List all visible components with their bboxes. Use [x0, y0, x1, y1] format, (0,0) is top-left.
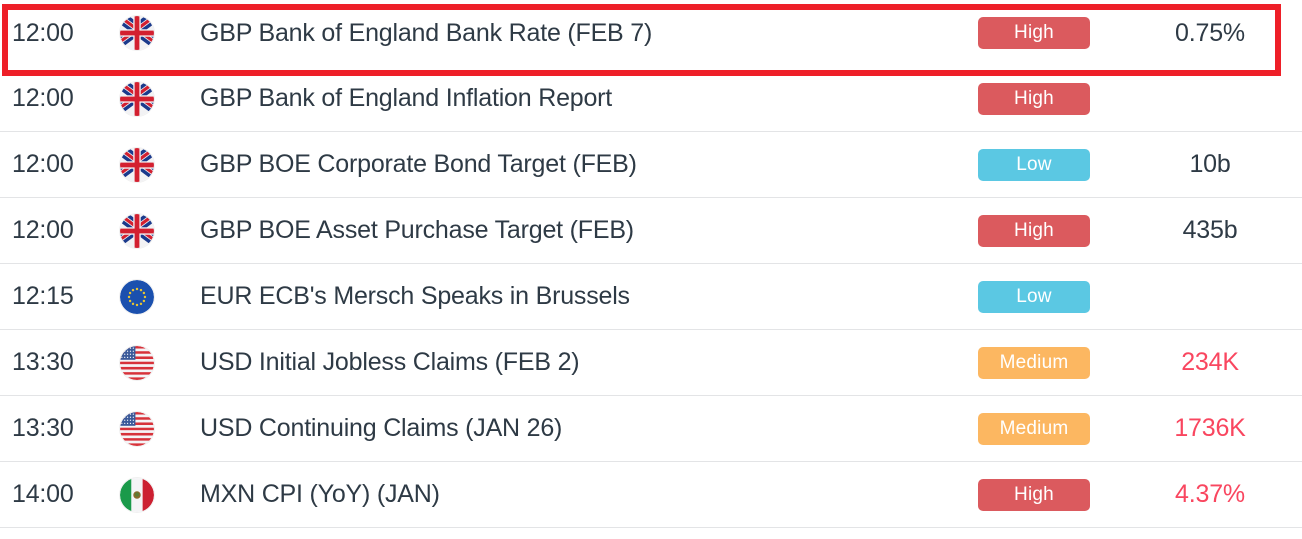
impact-cell: Medium [944, 412, 1124, 445]
table-row[interactable]: 12:00 GBP Bank of England Inflation Repor… [0, 66, 1302, 132]
table-row[interactable]: 12:00 GBP BOE Asset Purchase Target (FEB)… [0, 198, 1302, 264]
event-name[interactable]: GBP Bank of England Bank Rate (FEB 7) [192, 19, 944, 48]
uk-flag-icon [120, 16, 154, 50]
country-flag-cell [120, 213, 192, 248]
event-time: 12:15 [12, 282, 74, 310]
country-flag-cell [120, 477, 192, 512]
impact-badge: Low [978, 280, 1090, 313]
uk-flag-icon [120, 81, 154, 116]
uk-flag-icon [120, 147, 154, 182]
impact-cell: Low [944, 148, 1124, 181]
event-time: 12:00 [12, 84, 74, 112]
event-name[interactable]: USD Continuing Claims (JAN 26) [192, 414, 944, 443]
actual-value: 4.37% [1175, 480, 1245, 508]
impact-badge: High [978, 478, 1090, 511]
impact-cell: Low [944, 280, 1124, 313]
event-name[interactable]: MXN CPI (YoY) (JAN) [192, 480, 944, 509]
table-row[interactable]: 14:00 MXN CPI (YoY) (JAN) High 4.37% [0, 462, 1302, 528]
actual-value: 435b [1182, 216, 1238, 244]
economic-calendar-table: 12:00 GBP Bank of England Bank Rate (FEB … [0, 0, 1302, 539]
impact-badge: High [978, 17, 1090, 49]
impact-cell: High [944, 478, 1124, 511]
table-row[interactable]: 12:15 EUR ECB's Mersch Speaks in Brussels… [0, 264, 1302, 330]
event-time: 14:00 [12, 480, 74, 508]
country-flag-cell [120, 147, 192, 182]
event-name[interactable]: GBP BOE Corporate Bond Target (FEB) [192, 150, 944, 179]
eu-flag-icon [120, 279, 154, 314]
uk-flag-icon [120, 213, 154, 248]
country-flag-cell [120, 345, 192, 380]
calendar-rows: 12:00 GBP Bank of England Bank Rate (FEB … [0, 0, 1302, 528]
event-time: 13:30 [12, 348, 74, 376]
actual-value: 1736K [1174, 414, 1246, 442]
country-flag-cell [120, 279, 192, 314]
event-name[interactable]: GBP BOE Asset Purchase Target (FEB) [192, 216, 944, 245]
actual-value: 10b [1189, 150, 1231, 178]
impact-cell: High [944, 214, 1124, 247]
impact-badge: Medium [978, 412, 1090, 445]
event-name[interactable]: USD Initial Jobless Claims (FEB 2) [192, 348, 944, 377]
impact-badge: High [978, 214, 1090, 247]
table-row[interactable]: 13:30 USD Initial Jobless Claims (FEB 2) M… [0, 330, 1302, 396]
impact-badge: Low [978, 148, 1090, 181]
impact-badge: High [978, 82, 1090, 115]
event-time: 12:00 [12, 18, 74, 47]
table-row[interactable]: 12:00 GBP Bank of England Bank Rate (FEB … [0, 0, 1302, 66]
event-time: 12:00 [12, 216, 74, 244]
impact-cell: High [944, 17, 1124, 49]
actual-value: 0.75% [1175, 18, 1245, 47]
country-flag-cell [120, 81, 192, 116]
event-time: 12:00 [12, 150, 74, 178]
event-name[interactable]: EUR ECB's Mersch Speaks in Brussels [192, 282, 944, 311]
impact-cell: High [944, 82, 1124, 115]
impact-badge: Medium [978, 346, 1090, 379]
country-flag-cell [120, 411, 192, 446]
us-flag-icon [120, 411, 154, 446]
event-time: 13:30 [12, 414, 74, 442]
us-flag-icon [120, 345, 154, 380]
event-name[interactable]: GBP Bank of England Inflation Report [192, 84, 944, 113]
table-row[interactable]: 12:00 GBP BOE Corporate Bond Target (FEB)… [0, 132, 1302, 198]
table-row[interactable]: 13:30 USD Continuing Claims (JAN 26) Mediu… [0, 396, 1302, 462]
actual-value: 234K [1181, 348, 1239, 376]
impact-cell: Medium [944, 346, 1124, 379]
mx-flag-icon [120, 477, 154, 512]
country-flag-cell [120, 16, 192, 50]
